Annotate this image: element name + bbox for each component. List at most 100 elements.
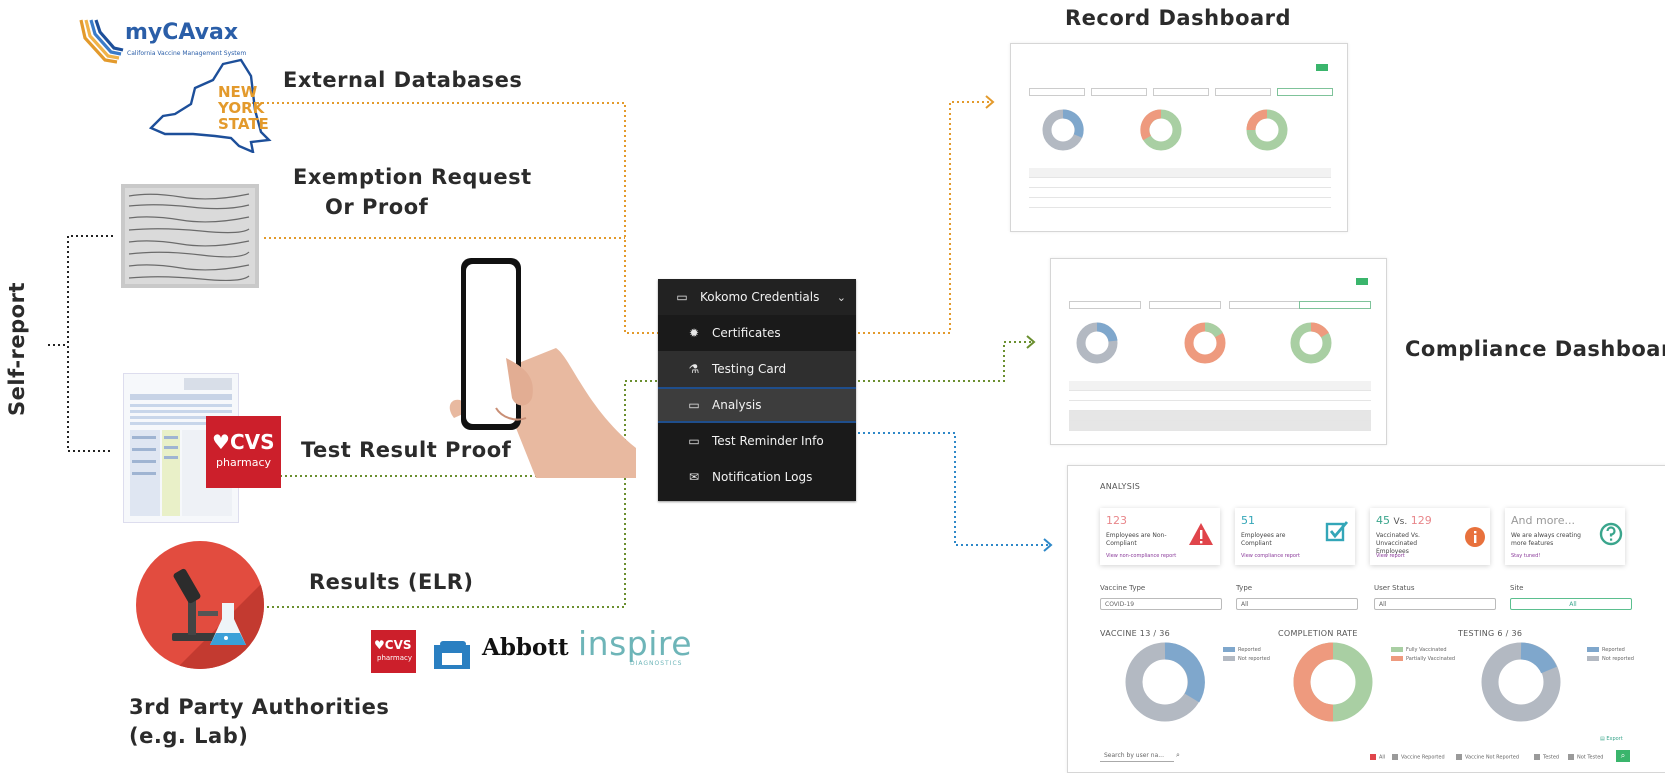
card-link[interactable]: View compliance report: [1241, 553, 1300, 559]
card-description: Employees are Non-Compliant: [1106, 532, 1167, 547]
menu-item-label: Testing Card: [712, 362, 787, 376]
menu-header-kokomo-credentials[interactable]: ▭ Kokomo Credentials ⌄: [658, 279, 856, 315]
heart-icon: ♥: [374, 638, 385, 652]
self-report-label: Self-report: [5, 281, 29, 416]
checkbox-not-tested[interactable]: Not Tested: [1568, 754, 1603, 761]
cvs-small-pharmacy-text: pharmacy: [377, 654, 413, 662]
menu-item-test-reminder-info[interactable]: ▭ Test Reminder Info: [658, 423, 856, 459]
cvs-text: CVS: [229, 430, 275, 454]
legend-item: Partially Vaccinated: [1391, 656, 1455, 662]
exemption-label-line1: Exemption Request: [293, 165, 532, 189]
analysis-to-dashboard-line: [858, 432, 1050, 546]
cvs-pharmacy-text: pharmacy: [216, 456, 272, 469]
mail-icon: ✉: [688, 470, 700, 484]
mycavax-title: myCAvax: [125, 20, 239, 45]
self-report-bracket: [67, 235, 113, 452]
nys-word-1: NEW: [218, 83, 258, 101]
site-select[interactable]: All: [1510, 598, 1632, 610]
heart-icon: ♥: [212, 430, 230, 454]
legend-item: Fully Vaccinated: [1391, 647, 1447, 653]
card-link[interactable]: View non-compliance report: [1106, 553, 1176, 559]
nys-word-3: STATE: [218, 115, 269, 133]
exemption-label-line2: Or Proof: [325, 195, 429, 219]
vaccine-donut-chart: [1125, 642, 1205, 722]
card-number: And more...: [1511, 514, 1575, 527]
filter-label: Vaccine Type: [1100, 584, 1146, 592]
record-dashboard-thumbnail: [1010, 43, 1348, 232]
handwritten-card-image: [121, 184, 259, 288]
testing-donut-chart: [1481, 642, 1561, 722]
third-party-label-line2: (e.g. Lab): [129, 724, 249, 748]
menu-item-testing-card[interactable]: ⚗ Testing Card: [658, 351, 856, 387]
analysis-title: ANALYSIS: [1100, 482, 1141, 491]
export-button[interactable]: ▤ Export: [1600, 736, 1623, 742]
record-dashboard-label: Record Dashboard: [1065, 6, 1292, 30]
hand-holding-phone-icon: [449, 258, 636, 478]
results-elr-label: Results (ELR): [309, 570, 474, 594]
inspire-text: inspire: [578, 624, 693, 663]
card-description: We are always creating more features: [1511, 532, 1581, 547]
checkbox-vaccine-reported[interactable]: Vaccine Reported: [1392, 754, 1445, 761]
vs-text: Vs.: [1393, 517, 1408, 527]
checkbox-vaccine-not-reported[interactable]: Vaccine Not Reported: [1456, 754, 1519, 761]
abbott-logo-icon: [432, 639, 472, 671]
card-number: 123: [1106, 514, 1127, 527]
abbott-text: Abbott: [482, 634, 569, 661]
microscope-lab-icon: [136, 541, 264, 669]
card-description: Employees are Compliant: [1241, 532, 1286, 547]
unvaccinated-number: 129: [1410, 514, 1432, 527]
testing-card-to-compliance-line: [858, 341, 1033, 382]
legend-item: Not reported: [1223, 656, 1270, 662]
filter-label: Site: [1510, 584, 1524, 592]
folder-icon: ▭: [676, 290, 688, 304]
checkbox-tested[interactable]: Tested: [1534, 754, 1559, 761]
search-input[interactable]: Search by user na...: [1100, 750, 1174, 762]
monitor-icon: ▭: [688, 398, 700, 412]
completion-donut-chart: [1293, 642, 1373, 722]
filter-label: User Status: [1374, 584, 1415, 592]
menu-header-label: Kokomo Credentials: [700, 290, 820, 304]
flask-icon: ⚗: [688, 362, 700, 376]
analysis-dashboard: ANALYSIS 123 Employees are Non-Compliant…: [1067, 465, 1665, 773]
menu-item-label: Notification Logs: [712, 470, 813, 484]
card-number: 51: [1241, 514, 1255, 527]
legend-item: Reported: [1223, 647, 1261, 653]
vaccinated-vs-unvaccinated-card[interactable]: 45 Vs. 129 Vaccinated Vs. Unvaccinated E…: [1370, 508, 1490, 565]
search-icon: ⌕: [1176, 751, 1180, 759]
legend-item: Not reported: [1587, 656, 1634, 662]
card-link[interactable]: Stay tuned!: [1511, 553, 1540, 559]
compliance-dashboard-label: Compliance Dashboard: [1405, 337, 1665, 361]
certificates-to-record-line: [858, 101, 992, 334]
and-more-card[interactable]: And more... We are always creating more …: [1505, 508, 1625, 565]
cvs-small-text: CVS: [384, 638, 412, 652]
cvs-badge-large: ♥CVS pharmacy: [206, 416, 281, 488]
phone-in-hand-image: [436, 258, 636, 478]
non-compliant-card[interactable]: 123 Employees are Non-Compliant View non…: [1100, 508, 1220, 565]
checkbox-icon: [1325, 521, 1349, 542]
monitor-icon: ▭: [688, 434, 700, 448]
menu-item-label: Analysis: [712, 398, 762, 412]
vaccine-type-select[interactable]: COVID-19: [1100, 598, 1222, 610]
exemption-document-image: [121, 184, 259, 288]
menu-item-notification-logs[interactable]: ✉ Notification Logs: [658, 459, 856, 495]
chevron-down-icon: ⌄: [836, 290, 846, 304]
menu-item-certificates[interactable]: ✹ Certificates: [658, 315, 856, 351]
checkbox-all[interactable]: All: [1370, 754, 1385, 761]
menu-item-label: Certificates: [712, 326, 781, 340]
compliance-dashboard-thumbnail: [1050, 258, 1387, 445]
menu-item-analysis[interactable]: ▭ Analysis: [658, 387, 856, 423]
filter-label: Type: [1236, 584, 1253, 592]
external-databases-label: External Databases: [283, 68, 523, 92]
user-status-select[interactable]: All: [1374, 598, 1496, 610]
export-icon: ▤: [1600, 736, 1605, 742]
card-link[interactable]: View report: [1376, 553, 1405, 559]
third-party-label-line1: 3rd Party Authorities: [129, 695, 390, 719]
search-button-icon[interactable]: ⌕: [1616, 750, 1630, 762]
legend-item: Reported: [1587, 647, 1625, 653]
warning-icon: [1189, 523, 1213, 545]
info-icon: [1465, 527, 1485, 547]
type-select[interactable]: All: [1236, 598, 1358, 610]
menu-item-label: Test Reminder Info: [712, 434, 824, 448]
inspire-subtext: DIAGNOSTICS: [630, 660, 683, 667]
compliant-card[interactable]: 51 Employees are Compliant View complian…: [1235, 508, 1355, 565]
